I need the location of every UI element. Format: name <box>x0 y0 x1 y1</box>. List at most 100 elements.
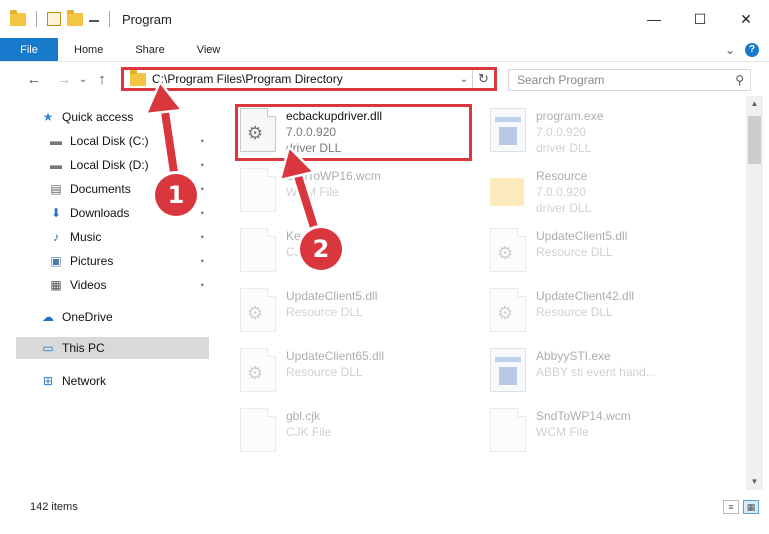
sidebar-item-label: Downloads <box>70 206 130 220</box>
pin-icon: ▪ <box>200 231 204 243</box>
title-bar: Program — ☐ ✕ <box>0 0 769 38</box>
sidebar-item-label: Quick access <box>62 110 134 124</box>
pin-icon: ▪ <box>200 183 204 195</box>
sidebar-item-quick-access[interactable]: ★ Quick access <box>40 106 210 128</box>
sidebar-item-label: Local Disk (C:) <box>70 134 149 148</box>
computer-icon: ▭ <box>42 341 54 355</box>
drive-icon: ▬ <box>50 134 62 148</box>
refresh-icon[interactable]: ↻ <box>472 70 494 88</box>
customize-quick-access-icon[interactable] <box>89 16 99 22</box>
minimize-button[interactable]: — <box>631 0 677 38</box>
view-switcher: ≡ ▦ <box>723 500 759 514</box>
file-item-updateclient5-a[interactable]: ⚙ UpdateClient5.dll Resource DLL <box>490 228 627 272</box>
search-icon: ⚲ <box>735 73 744 87</box>
scrollbar-thumb[interactable] <box>748 116 761 164</box>
back-button[interactable]: ← <box>22 71 46 88</box>
tab-file[interactable]: File <box>0 38 58 61</box>
file-item-updateclient42[interactable]: ⚙ UpdateClient42.dll Resource DLL <box>490 288 634 332</box>
recent-locations-button[interactable]: ⌄ <box>76 74 90 85</box>
file-item-program-exe[interactable]: program.exe 7.0.0.920 driver DLL <box>490 108 603 156</box>
status-bar: 142 items <box>0 494 769 520</box>
file-item-abbyysti[interactable]: AbbyySTI.exe ABBY sti event hand... <box>490 348 656 392</box>
scroll-up-arrow[interactable]: ▲ <box>746 96 763 112</box>
file-name: gbl.cjk <box>286 409 321 423</box>
file-icon <box>240 168 276 212</box>
sidebar-item-label: Network <box>62 374 107 388</box>
search-input[interactable]: Search Program ⚲ <box>508 69 751 91</box>
pin-icon: ▪ <box>200 207 204 219</box>
file-icon <box>240 408 276 452</box>
sidebar-item-this-pc[interactable]: ▭ This PC <box>16 337 209 359</box>
sidebar-item-onedrive[interactable]: ☁ OneDrive <box>40 306 210 328</box>
file-item-resource-folder[interactable]: Resource 7.0.0.920 driver DLL <box>490 168 591 216</box>
forward-button[interactable]: → <box>52 71 76 88</box>
file-name: Resource <box>536 169 588 183</box>
file-name: SndToWP16.wcm <box>286 169 381 183</box>
tab-view[interactable]: View <box>181 38 237 61</box>
pin-icon: ▪ <box>200 255 204 267</box>
details-view-icon[interactable]: ≡ <box>723 500 739 514</box>
step-badge-2: 2 <box>300 228 342 270</box>
file-name: UpdateClient42.dll <box>536 289 635 303</box>
address-bar[interactable]: C:\Program Files\Program Directory ⌄ ↻ <box>121 67 497 91</box>
maximize-button[interactable]: ☐ <box>677 0 723 38</box>
network-icon: ⊞ <box>42 374 54 388</box>
dll-file-icon: ⚙ <box>240 288 276 332</box>
navigation-pane: ★ Quick access ▬ Local Disk (C:) ▪ ▬ Loc… <box>0 96 214 490</box>
file-name: UpdateClient65.dll <box>286 349 385 363</box>
file-item-sndtowp16[interactable]: SndToWP16.wcm WCM File <box>240 168 381 212</box>
file-type: Resource DLL <box>286 305 363 319</box>
address-dropdown-icon[interactable]: ⌄ <box>456 74 472 85</box>
divider <box>109 11 110 27</box>
file-item-sndtowp14[interactable]: SndToWP14.wcm WCM File <box>490 408 631 452</box>
properties-icon[interactable] <box>47 12 61 26</box>
tiles-view-icon[interactable]: ▦ <box>743 500 759 514</box>
exe-file-icon <box>490 108 526 152</box>
file-name: SndToWP14.wcm <box>536 409 631 423</box>
file-icon <box>240 228 276 272</box>
sidebar-item-local-disk-d[interactable]: ▬ Local Disk (D:) ▪ <box>48 154 212 176</box>
file-type: Resource DLL <box>536 245 613 259</box>
expand-ribbon-icon[interactable]: ⌄ <box>725 43 735 57</box>
pin-icon: ▪ <box>200 159 204 171</box>
folder-icon <box>130 69 146 86</box>
sidebar-item-label: Pictures <box>70 254 114 268</box>
address-path[interactable]: C:\Program Files\Program Directory <box>152 72 456 86</box>
step-badge-1: 1 <box>155 174 197 216</box>
help-icon[interactable]: ? <box>745 42 759 57</box>
file-type: driver DLL <box>536 201 592 215</box>
sidebar-item-pictures[interactable]: ▣ Pictures ▪ <box>48 250 212 272</box>
sidebar-item-label: Local Disk (D:) <box>70 158 149 172</box>
sidebar-item-label: Music <box>70 230 102 244</box>
file-icon <box>490 408 526 452</box>
new-folder-icon[interactable] <box>67 9 83 26</box>
sidebar-item-music[interactable]: ♪ Music ▪ <box>48 226 212 248</box>
divider <box>36 11 37 27</box>
file-type: WCM File <box>536 425 589 439</box>
file-name: program.exe <box>536 109 604 123</box>
search-placeholder: Search Program <box>517 73 605 87</box>
file-item-updateclient5-b[interactable]: ⚙ UpdateClient5.dll Resource DLL <box>240 288 377 332</box>
up-button[interactable]: ↑ <box>90 71 114 88</box>
file-item-updateclient65[interactable]: ⚙ UpdateClient65.dll Resource DLL <box>240 348 384 392</box>
tab-share[interactable]: Share <box>119 38 180 61</box>
file-type: CJK File <box>286 425 332 439</box>
scroll-down-arrow[interactable]: ▼ <box>746 474 763 490</box>
sidebar-item-network[interactable]: ⊞ Network <box>40 370 210 392</box>
video-icon: ▦ <box>50 278 62 292</box>
file-type: ABBY sti event hand... <box>536 365 656 379</box>
window-title: Program <box>122 11 172 27</box>
file-item-gbl-cjk[interactable]: gbl.cjk CJK File <box>240 408 331 452</box>
item-count: 142 items <box>30 501 78 513</box>
pin-icon: ▪ <box>200 279 204 291</box>
exe-file-icon <box>490 348 526 392</box>
sidebar-item-label: Videos <box>70 278 107 292</box>
tab-home[interactable]: Home <box>58 38 119 61</box>
document-icon: ▤ <box>50 182 62 196</box>
download-icon: ⬇ <box>50 206 62 220</box>
picture-icon: ▣ <box>50 254 62 268</box>
sidebar-item-local-disk-c[interactable]: ▬ Local Disk (C:) ▪ <box>48 130 212 152</box>
sidebar-item-videos[interactable]: ▦ Videos ▪ <box>48 274 212 296</box>
close-button[interactable]: ✕ <box>723 0 769 38</box>
vertical-scrollbar[interactable]: ▲ ▼ <box>746 96 763 490</box>
